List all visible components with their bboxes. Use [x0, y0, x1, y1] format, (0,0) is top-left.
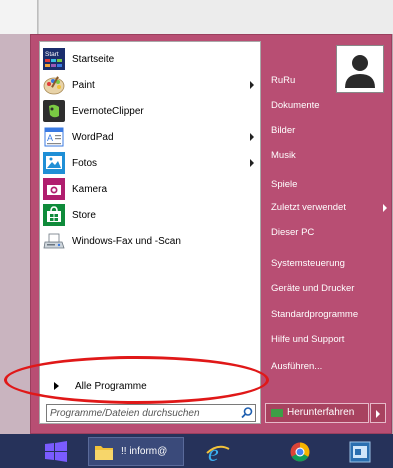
program-item-fotos[interactable]: Fotos	[42, 150, 258, 176]
program-item-startseite[interactable]: Start Startseite	[42, 46, 258, 72]
submenu-arrow-icon	[250, 81, 254, 89]
evernote-icon	[42, 99, 66, 123]
store-icon	[42, 203, 66, 227]
search-input[interactable]	[46, 404, 256, 422]
program-item-kamera[interactable]: Kamera	[42, 176, 258, 202]
shutdown-shield-icon	[271, 409, 283, 417]
right-item-standardprogramme[interactable]: Standardprogramme	[271, 305, 391, 325]
right-item-label: Spiele	[271, 179, 298, 190]
svg-text:A: A	[47, 133, 53, 143]
program-label: Startseite	[72, 53, 115, 65]
program-item-evernoteclipper[interactable]: EvernoteClipper	[42, 98, 258, 124]
shutdown-label: Herunterfahren	[287, 407, 355, 418]
shutdown-options-button[interactable]	[370, 403, 386, 423]
right-item-ausfuehren[interactable]: Ausführen...	[271, 357, 391, 377]
submenu-arrow-icon	[383, 204, 387, 212]
program-label: EvernoteClipper	[72, 105, 144, 117]
right-item-dieser-pc[interactable]: Dieser PC	[271, 223, 391, 243]
camera-icon	[42, 177, 66, 201]
background-window-top	[0, 0, 393, 34]
program-item-wordpad[interactable]: A WordPad	[42, 124, 258, 150]
right-item-label: Hilfe und Support	[271, 334, 345, 345]
right-item-dokumente[interactable]: Dokumente	[271, 96, 391, 116]
highlight-ellipse	[4, 356, 269, 404]
startseite-icon-text: Start	[45, 51, 59, 58]
submenu-arrow-icon	[250, 133, 254, 141]
chrome-icon	[290, 442, 310, 462]
right-item-musik[interactable]: Musik	[271, 146, 391, 166]
right-item-label: Dieser PC	[271, 227, 315, 238]
right-item-ruru[interactable]: RuRu	[271, 71, 391, 91]
chevron-right-icon	[376, 410, 380, 418]
right-item-label: Standardprogramme	[271, 309, 359, 320]
submenu-arrow-icon	[250, 159, 254, 167]
right-item-label: Dokumente	[271, 100, 320, 111]
right-item-hilfe-und-support[interactable]: Hilfe und Support	[271, 330, 391, 350]
right-item-label: Systemsteuerung	[271, 258, 345, 269]
taskbar-folder-label: !! inform@	[121, 446, 168, 457]
right-item-label: Bilder	[271, 125, 296, 136]
photos-icon	[42, 151, 66, 175]
taskbar-internet-explorer-button[interactable]: e	[205, 441, 231, 467]
right-item-label: RuRu	[271, 75, 296, 86]
search-icon[interactable]	[240, 406, 254, 420]
right-item-systemsteuerung[interactable]: Systemsteuerung	[271, 254, 391, 274]
right-item-label: Geräte und Drucker	[271, 283, 355, 294]
program-item-windows-fax-scan[interactable]: Windows-Fax und -Scan	[42, 228, 258, 254]
right-item-label: Ausführen...	[271, 361, 323, 372]
right-item-geraete-und-drucker[interactable]: Geräte und Drucker	[271, 279, 391, 299]
right-item-spiele[interactable]: Spiele	[271, 175, 391, 195]
right-item-bilder[interactable]: Bilder	[271, 121, 391, 141]
taskbar-chrome-button[interactable]	[290, 442, 310, 462]
fax-scan-icon	[42, 229, 66, 253]
paint-palette-icon	[42, 73, 66, 97]
shutdown-button[interactable]: Herunterfahren	[265, 403, 369, 423]
program-item-store[interactable]: Store	[42, 202, 258, 228]
program-label: Windows-Fax und -Scan	[72, 235, 181, 247]
program-label: WordPad	[72, 131, 114, 143]
app-window-icon	[349, 441, 371, 463]
startseite-icon: Start	[42, 47, 66, 71]
program-label: Fotos	[72, 157, 98, 169]
right-item-zuletzt-verwendet[interactable]: Zuletzt verwendet	[271, 198, 391, 218]
program-item-paint[interactable]: Paint	[42, 72, 258, 98]
right-item-label: Musik	[271, 150, 296, 161]
background-window-divider	[38, 0, 40, 34]
program-label: Kamera	[72, 183, 108, 195]
right-item-label: Zuletzt verwendet	[271, 202, 346, 213]
taskbar-folder-button[interactable]: !! inform@	[88, 437, 184, 466]
internet-explorer-icon: e	[206, 441, 230, 467]
program-label: Paint	[72, 79, 95, 91]
wordpad-icon: A	[42, 125, 66, 149]
program-label: Store	[72, 209, 96, 221]
windows-start-button[interactable]	[44, 441, 68, 463]
windows-logo-icon	[45, 441, 67, 462]
taskbar-app-button[interactable]	[348, 440, 372, 464]
folder-icon	[95, 446, 113, 460]
background-window-frame	[0, 0, 38, 34]
